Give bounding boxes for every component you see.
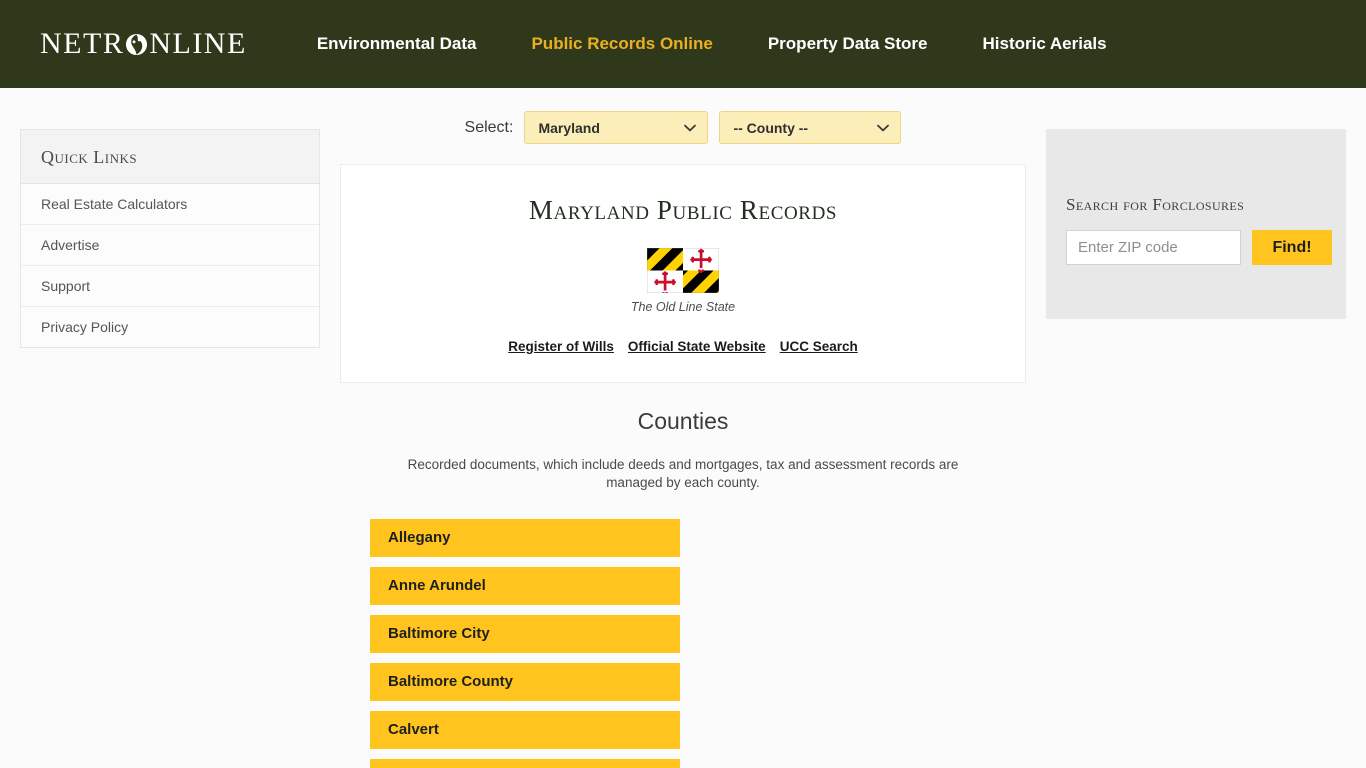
county-item-baltimore-county[interactable]: Baltimore County	[370, 662, 680, 701]
sidebar-title: Quick Links	[21, 130, 319, 184]
sidebar-item-real-estate-calculators[interactable]: Real Estate Calculators	[21, 184, 319, 225]
state-select[interactable]: Maryland	[524, 111, 709, 144]
main-navigation: Environmental Data Public Records Online…	[317, 34, 1107, 54]
nav-item-environmental-data[interactable]: Environmental Data	[317, 34, 477, 54]
select-label: Select:	[464, 118, 514, 136]
chevron-down-icon	[679, 124, 701, 132]
county-select-value: -- County --	[733, 119, 809, 136]
zip-code-input[interactable]	[1066, 230, 1241, 265]
state-flag-block: The Old Line State	[361, 248, 1005, 314]
counties-description: Recorded documents, which include deeds …	[407, 457, 959, 490]
sidebar-item-privacy-policy[interactable]: Privacy Policy	[21, 307, 319, 347]
sidebar-item-support[interactable]: Support	[21, 266, 319, 307]
foreclosure-search-form: Find!	[1066, 230, 1346, 265]
maryland-flag-icon	[647, 248, 719, 293]
page-body: Quick Links Real Estate Calculators Adve…	[0, 88, 1366, 768]
county-item-partial[interactable]	[370, 758, 680, 768]
page-title: Maryland Public Records	[528, 195, 838, 225]
sidebar-item-advertise[interactable]: Advertise	[21, 225, 319, 266]
county-item-calvert[interactable]: Calvert	[370, 710, 680, 749]
link-register-of-wills[interactable]: Register of Wills	[508, 339, 614, 354]
logo-text-right: NLINE	[149, 27, 247, 60]
county-list: Allegany Anne Arundel Baltimore City Bal…	[340, 518, 1026, 768]
counties-heading: Counties	[637, 408, 729, 434]
logo-text-left: NETR	[40, 27, 125, 60]
select-bar: Select: Maryland -- County --	[340, 88, 1026, 164]
link-ucc-search[interactable]: UCC Search	[780, 339, 858, 354]
netronline-logo[interactable]: NETR NLINE	[40, 27, 247, 61]
link-official-state-website[interactable]: Official State Website	[628, 339, 766, 354]
main-content: Select: Maryland -- County -- Maryland P…	[340, 88, 1026, 768]
nav-item-public-records-online[interactable]: Public Records Online	[531, 34, 712, 54]
find-button[interactable]: Find!	[1252, 230, 1332, 265]
quick-links-sidebar: Quick Links Real Estate Calculators Adve…	[20, 129, 320, 348]
chevron-down-icon	[872, 124, 894, 132]
county-item-anne-arundel[interactable]: Anne Arundel	[370, 566, 680, 605]
globe-icon	[125, 33, 148, 56]
state-resource-links: Register of Wills Official State Website…	[361, 339, 1005, 354]
county-item-allegany[interactable]: Allegany	[370, 518, 680, 557]
state-select-value: Maryland	[538, 119, 600, 136]
nav-item-property-data-store[interactable]: Property Data Store	[768, 34, 928, 54]
flag-caption: The Old Line State	[630, 300, 736, 314]
state-info-card: Maryland Public Records The Old Line Sta…	[340, 164, 1026, 383]
foreclosure-search-panel: Search for Forclosures Find!	[1046, 129, 1346, 319]
county-item-baltimore-city[interactable]: Baltimore City	[370, 614, 680, 653]
foreclosure-panel-title: Search for Forclosures	[1066, 195, 1245, 214]
county-select[interactable]: -- County --	[719, 111, 902, 144]
site-header: NETR NLINE Environmental Data Public Rec…	[0, 0, 1366, 88]
nav-item-historic-aerials[interactable]: Historic Aerials	[983, 34, 1107, 54]
